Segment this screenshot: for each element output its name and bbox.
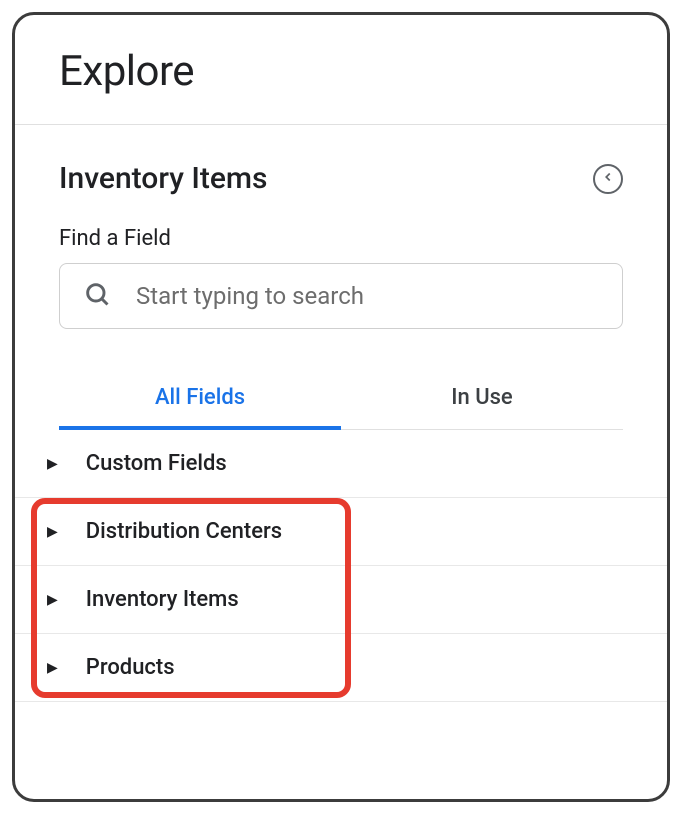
field-group-distribution-centers[interactable]: ▶ Distribution Centers [15,498,667,566]
page-title: Explore [59,47,623,96]
field-group-label: Custom Fields [86,451,227,476]
explore-panel: Explore Inventory Items Find a Field All… [12,12,670,802]
field-group-products[interactable]: ▶ Products [15,634,667,702]
field-group-inventory-items[interactable]: ▶ Inventory Items [15,566,667,634]
collapse-button[interactable] [593,164,623,194]
search-wrap [59,263,623,329]
field-group-custom-fields[interactable]: ▶ Custom Fields [15,430,667,498]
tab-all-fields[interactable]: All Fields [59,373,341,430]
tab-in-use[interactable]: In Use [341,373,623,430]
field-group-label: Products [86,655,175,680]
chevron-left-icon [601,170,615,187]
search-label: Find a Field [59,226,623,251]
caret-right-icon: ▶ [47,660,58,676]
caret-right-icon: ▶ [47,524,58,540]
section-header: Inventory Items [59,161,623,196]
tab-label: All Fields [155,385,245,410]
field-list: ▶ Custom Fields ▶ Distribution Centers ▶… [15,430,667,702]
header: Explore [15,15,667,124]
tabs: All Fields In Use [59,373,623,430]
tab-label: In Use [451,385,512,410]
caret-right-icon: ▶ [47,592,58,608]
field-group-label: Distribution Centers [86,519,282,544]
field-picker: Inventory Items Find a Field All Fields … [15,125,667,430]
caret-right-icon: ▶ [47,456,58,472]
view-title: Inventory Items [59,161,267,196]
field-group-label: Inventory Items [86,587,239,612]
search-input[interactable] [59,263,623,329]
search-icon [83,280,111,312]
